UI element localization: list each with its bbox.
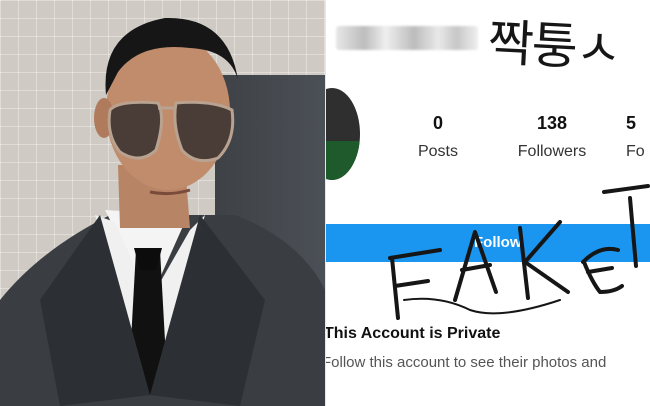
- following-count: 5: [626, 113, 637, 133]
- avatar-shirt: [326, 141, 360, 180]
- blurred-username: [336, 26, 478, 50]
- man-in-suit-photo: [0, 0, 325, 406]
- man-figure: [0, 17, 325, 406]
- private-account-title: This Account is Private: [326, 325, 501, 342]
- profile-avatar[interactable]: [326, 88, 360, 180]
- following-label: Fo: [626, 143, 645, 160]
- stat-following[interactable]: 5 Fo: [626, 112, 650, 164]
- posts-count: 0: [432, 113, 443, 133]
- follow-button-label: Follow: [474, 234, 522, 251]
- stat-posts[interactable]: 0 Posts: [414, 112, 462, 164]
- private-account-subtitle: Follow this account to see their photos …: [326, 354, 607, 371]
- follow-button[interactable]: Follow: [326, 224, 650, 262]
- korean-handwriting: 짝퉁ㅅ: [486, 13, 622, 79]
- posts-label: Posts: [417, 143, 458, 160]
- stat-followers[interactable]: 138 Followers: [512, 112, 592, 164]
- followers-label: Followers: [517, 143, 587, 160]
- followers-count: 138: [536, 113, 568, 133]
